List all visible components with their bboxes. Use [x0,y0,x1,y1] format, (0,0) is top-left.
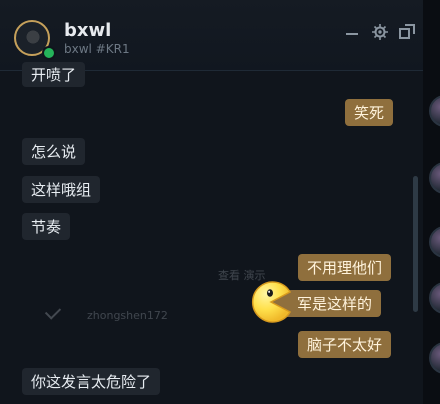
online-status-icon [42,46,56,60]
friend-riot-id: bxwl #KR1 [64,42,130,56]
friend-avatar[interactable] [429,226,440,258]
friend-avatar[interactable] [429,95,440,127]
chat-window: bxwl bxwl #KR1 查看 演示 zhongshen172 开喷了 笑死… [0,0,424,404]
friend-avatar[interactable] [429,282,440,314]
friends-list-strip [423,0,440,404]
pacman-emoji [252,281,292,323]
chat-message-outgoing: 笑死 [345,99,394,126]
chat-message-incoming: 这样哦组 [22,176,101,203]
chat-message-incoming: 节奏 [22,213,71,240]
friend-name: bxwl [64,20,112,41]
minimize-icon[interactable] [344,23,362,41]
chat-message-incoming: 你这发言太危险了 [22,368,161,395]
chat-message-outgoing: 脑子不太好 [298,331,392,358]
friend-avatar[interactable] [429,342,440,374]
chat-message-incoming: 怎么说 [22,138,86,165]
faded-overlay-text: zhongshen172 [87,309,168,322]
chat-header: bxwl bxwl #KR1 [0,0,423,71]
chat-message-outgoing: 不用理他们 [298,254,392,281]
chat-message-incoming: 开喷了 [22,62,86,87]
popout-icon[interactable] [398,23,416,41]
gear-icon[interactable] [371,23,389,41]
chat-scrollbar[interactable] [413,176,418,312]
checkmark-icon [44,303,62,320]
friend-avatar[interactable] [429,162,440,194]
